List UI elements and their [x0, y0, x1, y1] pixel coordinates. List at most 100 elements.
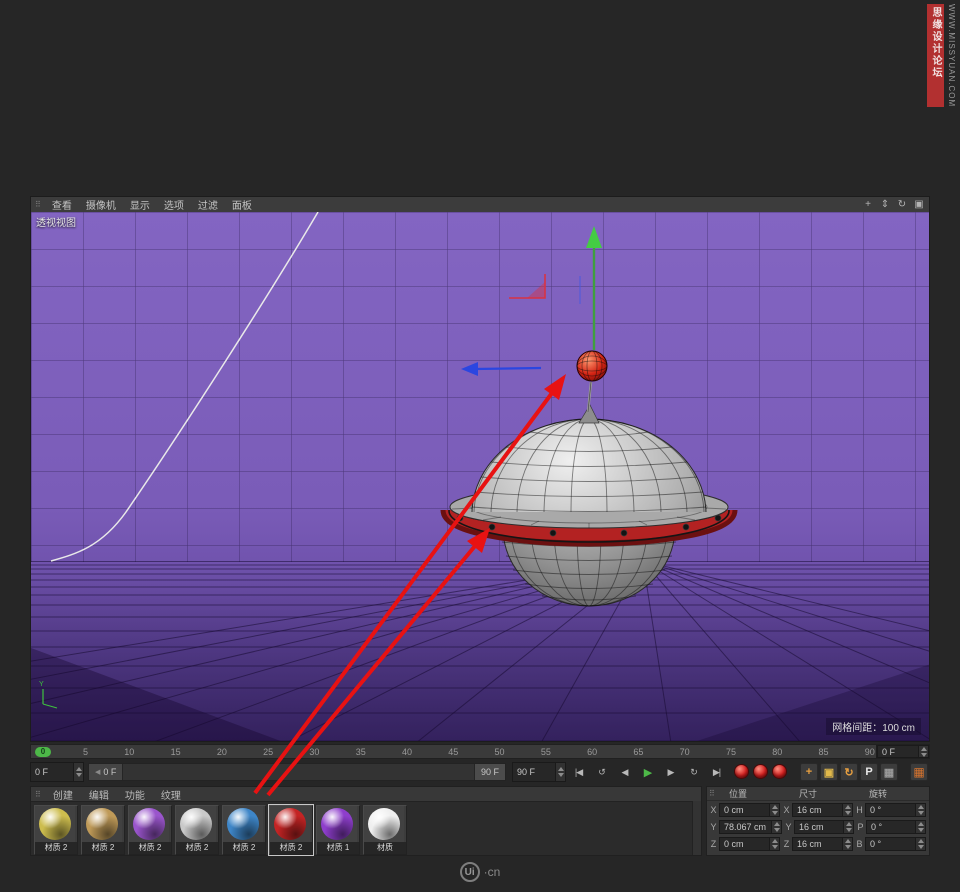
materials-menu-item[interactable]: 功能: [117, 787, 153, 802]
viewport-menu-item[interactable]: 显示: [123, 197, 157, 212]
material-thumbnail: [223, 806, 263, 842]
materials-scrollbar[interactable]: [692, 801, 701, 855]
size-field[interactable]: 16 cm: [792, 837, 853, 851]
size-axis-label: Z: [783, 839, 790, 849]
rotation-key-toggle[interactable]: ↻: [840, 763, 858, 781]
material-thumbnail: [35, 806, 75, 842]
stepper[interactable]: [915, 838, 925, 850]
rotation-field[interactable]: 0 °: [865, 837, 926, 851]
record-buttons: [734, 764, 787, 779]
frame-range-slider[interactable]: ◀ 0 F 90 F: [88, 763, 506, 781]
materials-menu-item[interactable]: 编辑: [81, 787, 117, 802]
material-item[interactable]: 材质 2: [34, 805, 78, 855]
play-backward-button[interactable]: ↺: [591, 762, 612, 782]
viewport-menu: 查看摄像机显示选项过滤面板: [45, 197, 259, 212]
timeline-ticks: 51015202530354045505560657075808590: [83, 745, 875, 758]
material-item[interactable]: 材质: [363, 805, 407, 855]
material-thumbnail: [270, 806, 310, 842]
materials-panel: ⠿ 创建编辑功能纹理 材质 2 材质 2: [30, 786, 702, 856]
size-header: 尺寸: [791, 787, 861, 800]
stepper[interactable]: [769, 804, 779, 816]
range-start-label: 0 F: [103, 767, 116, 777]
stepper[interactable]: [842, 838, 852, 850]
viewport-canvas[interactable]: Y: [31, 212, 929, 741]
logo-mark: Ui: [460, 862, 480, 882]
position-field[interactable]: 0 cm: [719, 837, 780, 851]
viewport-nav-rotate[interactable]: ↻: [896, 199, 908, 210]
pla-key-toggle[interactable]: ▦: [880, 763, 898, 781]
rotation-field[interactable]: 0 °: [865, 803, 926, 817]
goto-start-button[interactable]: |◀: [568, 762, 589, 782]
next-frame-button[interactable]: ▶: [660, 762, 681, 782]
material-thumbnail: [129, 806, 169, 842]
play-button[interactable]: ▶: [637, 762, 658, 782]
material-item[interactable]: 材质 1: [316, 805, 360, 855]
size-field[interactable]: 16 cm: [794, 820, 854, 834]
materials-menu-item[interactable]: 创建: [45, 787, 81, 802]
panel-grip-icon[interactable]: ⠿: [707, 789, 717, 798]
materials-menu-item[interactable]: 纹理: [153, 787, 189, 802]
viewport-nav-zoom[interactable]: ⇕: [879, 199, 891, 210]
timeline-playhead[interactable]: 0: [35, 747, 51, 757]
stepper[interactable]: [918, 746, 928, 757]
timeline-tick-label: 40: [402, 747, 412, 757]
record-keyframe-button[interactable]: [734, 764, 749, 779]
transport-buttons: |◀↺◀▶▶↻: [568, 762, 704, 782]
rotation-field[interactable]: 0 °: [866, 820, 926, 834]
goto-end-button[interactable]: ▶|: [706, 762, 727, 782]
material-item[interactable]: 材质 2: [269, 805, 313, 855]
material-item[interactable]: 材质 2: [222, 805, 266, 855]
keyframe-panel-button[interactable]: ▦: [910, 763, 928, 781]
timeline-tick-label: 20: [217, 747, 227, 757]
timeline-ruler[interactable]: 0 51015202530354045505560657075808590 0 …: [30, 744, 930, 759]
stepper[interactable]: [555, 763, 565, 781]
range-start-handle[interactable]: ◀ 0 F: [89, 764, 123, 780]
range-end-field[interactable]: 90 F: [512, 762, 566, 782]
range-start-field[interactable]: 0 F: [30, 762, 84, 782]
stepper[interactable]: [73, 763, 83, 781]
viewport-menu-item[interactable]: 摄像机: [79, 197, 123, 212]
scale-key-toggle[interactable]: ▣: [820, 763, 838, 781]
record-settings-button[interactable]: [772, 764, 787, 779]
viewport-menu-item[interactable]: 选项: [157, 197, 191, 212]
stepper[interactable]: [843, 821, 853, 833]
stepper[interactable]: [915, 821, 925, 833]
current-frame-field[interactable]: 0 F: [876, 745, 929, 758]
range-end-handle[interactable]: 90 F: [474, 764, 505, 780]
stepper[interactable]: [842, 804, 852, 816]
position-key-toggle[interactable]: +: [800, 763, 818, 781]
ufo-antenna-sphere[interactable]: [577, 351, 607, 381]
parameter-key-toggle[interactable]: P: [860, 763, 878, 781]
field-value: 0 cm: [720, 805, 769, 815]
material-item[interactable]: 材质 2: [175, 805, 219, 855]
panel-grip-icon[interactable]: ⠿: [35, 790, 41, 799]
viewport-menu-item[interactable]: 面板: [225, 197, 259, 212]
stepper[interactable]: [769, 838, 779, 850]
material-item[interactable]: 材质 2: [81, 805, 125, 855]
viewport-menu-item[interactable]: 查看: [45, 197, 79, 212]
stepper[interactable]: [915, 804, 925, 816]
viewport-nav-pan[interactable]: +: [862, 199, 874, 210]
prev-frame-button[interactable]: ◀: [614, 762, 635, 782]
position-axis-label: Y: [710, 822, 717, 832]
rotation-axis-label: P: [857, 822, 864, 832]
position-field[interactable]: 78.067 cm: [719, 820, 782, 834]
panel-grip-icon[interactable]: ⠿: [35, 200, 41, 209]
field-value: 0 °: [867, 822, 915, 832]
field-value: 0 F: [31, 767, 73, 777]
viewport-nav-maximize[interactable]: ▣: [913, 199, 925, 210]
timeline-tick-label: 10: [124, 747, 134, 757]
viewport-menu-item[interactable]: 过滤: [191, 197, 225, 212]
field-value: 0 °: [866, 839, 915, 849]
material-thumbnail: [317, 806, 357, 842]
size-axis-label: Y: [785, 822, 792, 832]
timeline-tick-label: 85: [819, 747, 829, 757]
loop-button[interactable]: ↻: [683, 762, 704, 782]
stepper[interactable]: [771, 821, 781, 833]
field-value: 90 F: [513, 767, 555, 777]
size-field[interactable]: 16 cm: [792, 803, 853, 817]
position-field[interactable]: 0 cm: [719, 803, 780, 817]
autokey-button[interactable]: [753, 764, 768, 779]
material-label: 材质 2: [35, 842, 77, 854]
material-item[interactable]: 材质 2: [128, 805, 172, 855]
